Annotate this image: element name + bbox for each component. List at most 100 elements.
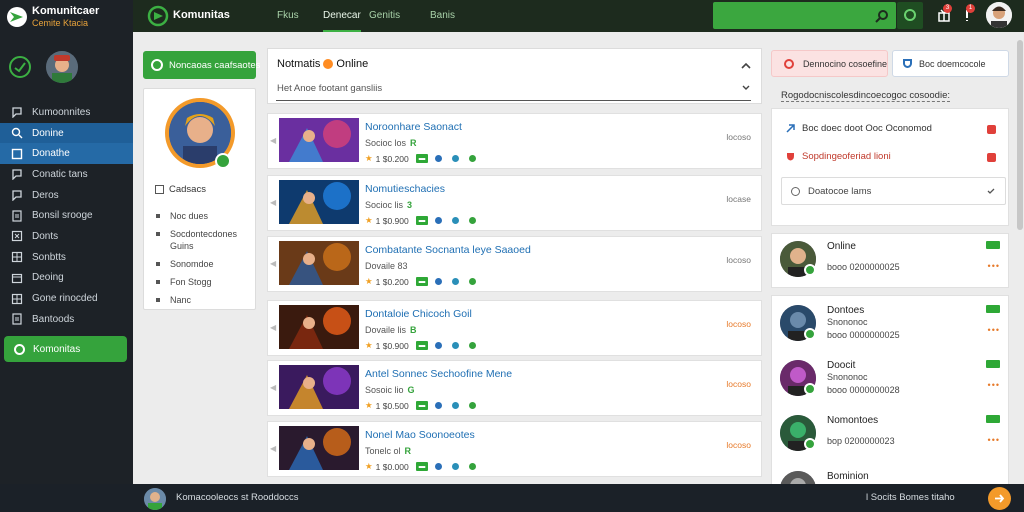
sidebar-item-label: Deros bbox=[32, 189, 59, 201]
profile-list-item[interactable]: Sonomdoe bbox=[155, 258, 253, 270]
chevron-left-icon[interactable]: ◀ bbox=[270, 383, 276, 392]
friend-name: Nomontoes bbox=[827, 415, 879, 426]
user-avatar[interactable] bbox=[986, 2, 1012, 28]
right-action-label-2: Boc doemcocole bbox=[919, 58, 986, 69]
post-time: locoso bbox=[726, 440, 751, 450]
post-title[interactable]: Dontaloie Chicoch Goil bbox=[365, 308, 472, 320]
grid-icon bbox=[11, 293, 23, 304]
profile-list-item[interactable]: Fon Stogg bbox=[155, 276, 253, 288]
sidebar-item[interactable]: Kumoonnites bbox=[0, 102, 133, 123]
bottom-avatar[interactable] bbox=[144, 488, 166, 510]
more-options-icon[interactable]: ••• bbox=[988, 380, 1000, 390]
status-toggle[interactable] bbox=[9, 56, 31, 78]
feed-post[interactable]: ◀ Nomutieschacies Socioc lis 3 ★ 1 $0.900 ▬ loc… bbox=[267, 175, 762, 231]
profile-action-button[interactable]: Noncaoas caafsaotes bbox=[143, 51, 260, 79]
chevron-left-icon[interactable]: ◀ bbox=[270, 444, 276, 453]
chevron-left-icon[interactable]: ◀ bbox=[270, 136, 276, 145]
sidebar-cta-button[interactable]: Komonitas bbox=[4, 336, 127, 362]
right-row-1[interactable]: Boc doec doot Ooc Oconomod bbox=[786, 123, 932, 134]
tab-fkus[interactable]: Fkus bbox=[277, 0, 299, 32]
post-meta-tag: B bbox=[410, 325, 417, 335]
feed-post[interactable]: ◀ Combatante Socnanta leye Saaoed Dovaile … bbox=[267, 236, 762, 292]
more-options-icon[interactable]: ••• bbox=[988, 325, 1000, 335]
star-icon: ★ bbox=[365, 400, 373, 410]
sidebar-nav: Kumoonnites Donine Donathe Conatic tans Dero… bbox=[0, 102, 133, 330]
chevron-left-icon[interactable]: ◀ bbox=[270, 259, 276, 268]
tab-banis[interactable]: Banis bbox=[430, 0, 455, 32]
sidebar-item[interactable]: Conatic tans bbox=[0, 164, 133, 185]
feed-post[interactable]: ◀ Noroonhare Saonact Socioc los R ★ 1 $0.200 ▬… bbox=[267, 113, 762, 169]
sidebar-footer bbox=[0, 484, 133, 512]
post-meta-text: Dovaile 83 bbox=[365, 261, 408, 271]
friend-row[interactable]: Nomontoes bop 0200000023 ••• bbox=[772, 407, 1008, 462]
brand-title: Komunitcaer bbox=[32, 5, 100, 17]
scrollbar[interactable] bbox=[1017, 40, 1023, 230]
chevron-up-icon[interactable] bbox=[741, 61, 751, 71]
post-title[interactable]: Nonel Mao Soonoeotes bbox=[365, 429, 475, 441]
profile-list-item[interactable]: Noc dues bbox=[155, 210, 253, 222]
right-row-2[interactable]: Sopdingeoferiad lioni bbox=[786, 151, 891, 162]
friend-row[interactable]: Online booo 0200000025 ••• bbox=[772, 233, 1008, 288]
post-stats-text: 1 $0.900 bbox=[375, 215, 409, 226]
user-icon bbox=[435, 463, 443, 470]
more-options-icon[interactable]: ••• bbox=[988, 261, 1000, 271]
sidebar-item[interactable]: Deros bbox=[0, 185, 133, 206]
thumbnail-image bbox=[279, 241, 359, 285]
brand[interactable]: Komunitcaer Cemite Ktacia bbox=[0, 0, 133, 40]
sidebar-item[interactable]: Donts bbox=[0, 226, 133, 247]
right-action-button-2[interactable]: Boc doemcocole bbox=[892, 50, 1009, 77]
refresh-button[interactable] bbox=[897, 2, 923, 29]
chevron-down-icon[interactable] bbox=[741, 83, 751, 93]
delete-icon[interactable] bbox=[987, 125, 996, 134]
calendar-icon bbox=[11, 273, 23, 283]
post-thumbnail[interactable] bbox=[279, 118, 359, 162]
feed-post[interactable]: ◀ Nonel Mao Soonoeotes Tonelc ol R ★ 1 $0.000… bbox=[267, 421, 762, 477]
tab-genitis[interactable]: Genitis bbox=[369, 0, 400, 32]
feed-post[interactable]: ◀ Antel Sonnec Sechoofine Mene Sosoic lio G… bbox=[267, 360, 762, 416]
sidebar-item[interactable]: Sonbtts bbox=[0, 247, 133, 268]
sidebar-item[interactable]: Donine bbox=[0, 122, 133, 144]
post-title[interactable]: Noroonhare Saonact bbox=[365, 121, 462, 133]
post-thumbnail[interactable] bbox=[279, 365, 359, 409]
post-title[interactable]: Combatante Socnanta leye Saaoed bbox=[365, 244, 531, 256]
chat-icon bbox=[12, 169, 22, 181]
bottom-links[interactable]: l Socits Bomes titaho bbox=[866, 492, 955, 503]
sidebar-item[interactable]: Bonsil srooge bbox=[0, 205, 133, 226]
floating-action-button[interactable] bbox=[988, 487, 1011, 510]
sidebar-avatar[interactable] bbox=[46, 51, 78, 83]
search-bar[interactable] bbox=[713, 2, 896, 29]
sidebar-item[interactable]: Donathe bbox=[0, 143, 133, 165]
more-options-icon[interactable]: ••• bbox=[988, 435, 1000, 445]
delete-icon[interactable] bbox=[987, 153, 996, 162]
sidebar-item-label: Donathe bbox=[32, 148, 70, 160]
sidebar-item-label: Donine bbox=[32, 127, 64, 139]
star-icon: ★ bbox=[365, 276, 373, 286]
sidebar-item[interactable]: Bantoods bbox=[0, 309, 133, 330]
right-select[interactable]: Doatocoe lams bbox=[781, 177, 1006, 205]
right-panel-label[interactable]: Rogodocniscolesdincoecogoc cosoodie: bbox=[781, 90, 951, 102]
info-icon bbox=[452, 217, 460, 224]
feed-post[interactable]: ◀ Dontaloie Chicoch Goil Dovaile lis B ★ 1 $0… bbox=[267, 300, 762, 356]
chevron-left-icon[interactable]: ◀ bbox=[270, 323, 276, 332]
right-action-button-1[interactable]: Dennocino cosoefine bbox=[771, 50, 888, 77]
tab-denecar[interactable]: Denecar bbox=[323, 0, 361, 32]
user-avatar-image bbox=[986, 2, 1012, 28]
post-title[interactable]: Nomutieschacies bbox=[365, 183, 445, 195]
chevron-left-icon[interactable]: ◀ bbox=[270, 198, 276, 207]
post-thumbnail[interactable] bbox=[279, 241, 359, 285]
profile-list-item[interactable]: Nanc bbox=[155, 294, 253, 306]
bottom-bar: Komacooleocs st Rooddoccs l Socits Bomes… bbox=[133, 484, 1024, 512]
friend-row[interactable]: Doocit Snononoc booo 0000000028 ••• bbox=[772, 352, 1008, 407]
tag-badge-icon: ▬ bbox=[415, 154, 429, 163]
post-meta: Tonelc ol R bbox=[365, 446, 411, 456]
user-icon bbox=[435, 402, 443, 409]
profile-list-item[interactable]: Socdontecdones Guins bbox=[155, 228, 253, 252]
sidebar-item[interactable]: Deoing bbox=[0, 268, 133, 289]
post-title[interactable]: Antel Sonnec Sechoofine Mene bbox=[365, 368, 512, 380]
sidebar-item[interactable]: Gone rinocded bbox=[0, 288, 133, 309]
friend-row[interactable]: Dontoes Snononoc booo 0000000025 ••• bbox=[772, 297, 1008, 352]
post-thumbnail[interactable] bbox=[279, 426, 359, 470]
post-thumbnail[interactable] bbox=[279, 180, 359, 224]
search-icon bbox=[875, 10, 888, 23]
post-thumbnail[interactable] bbox=[279, 305, 359, 349]
